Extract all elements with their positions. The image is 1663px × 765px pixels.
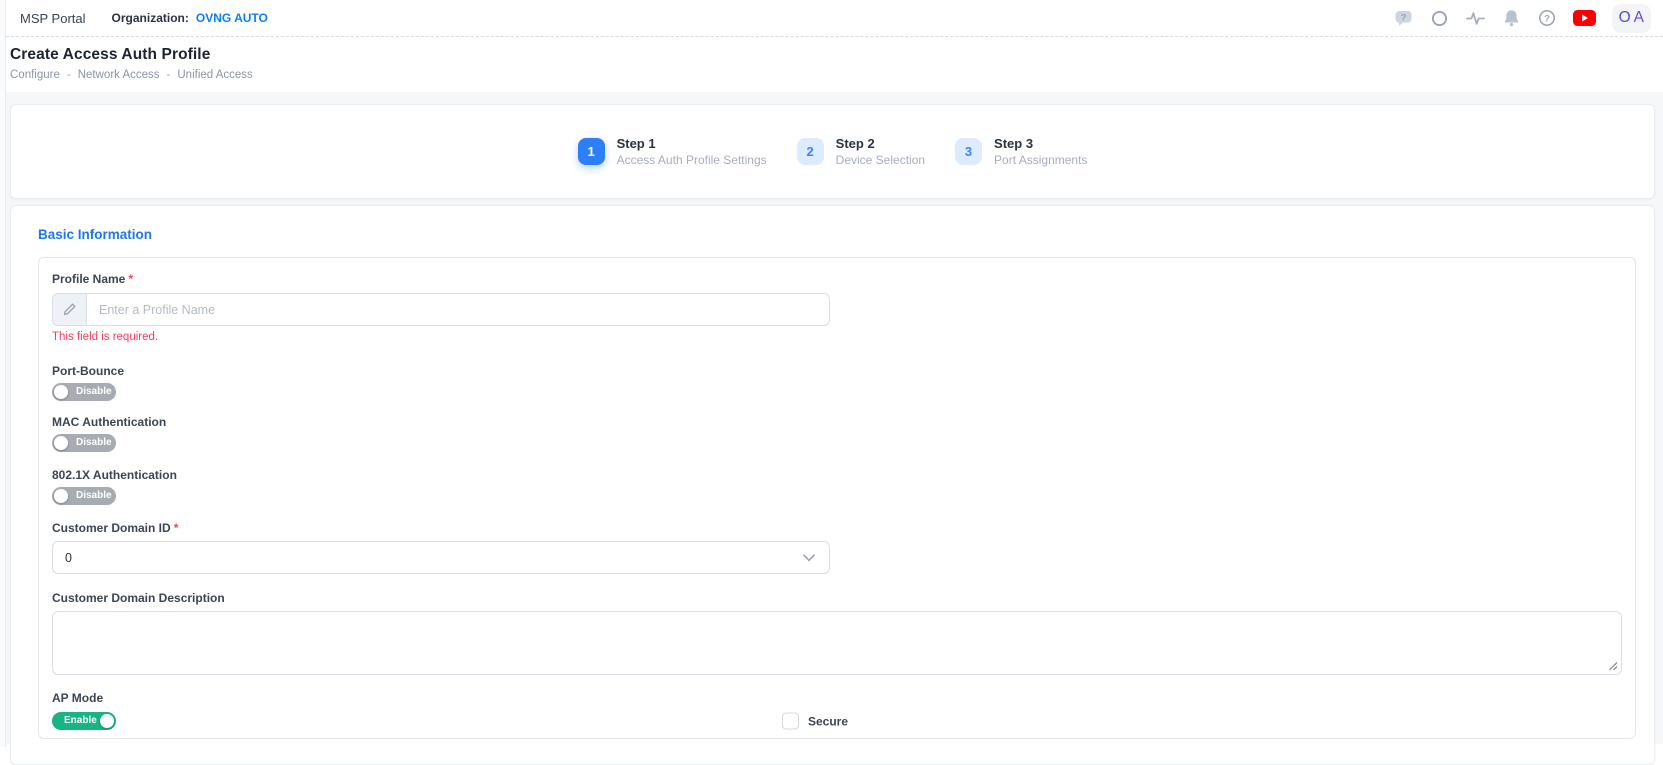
port-bounce-label: Port-Bounce — [52, 364, 1619, 378]
secure-checkbox-group[interactable]: Secure — [782, 713, 848, 730]
required-asterisk: * — [174, 521, 179, 535]
breadcrumb-network-access[interactable]: Network Access — [78, 69, 160, 81]
organization-selector: Organization: OVNG AUTO — [112, 11, 268, 25]
breadcrumb-configure[interactable]: Configure — [10, 69, 60, 81]
wizard-stepper-card: 1 Step 1 Access Auth Profile Settings 2 … — [10, 104, 1655, 199]
step-2-text: Step 2 Device Selection — [836, 136, 925, 167]
brand-title[interactable]: MSP Portal — [20, 11, 86, 26]
breadcrumb-separator: - — [167, 69, 171, 81]
chat-question-icon[interactable]: ? — [1393, 8, 1414, 29]
page-title: Create Access Auth Profile — [10, 46, 1663, 64]
avatar-initial-2: A — [1634, 9, 1644, 27]
profile-name-error: This field is required. — [52, 331, 1619, 344]
mac-authentication-toggle-state: Disable — [52, 434, 116, 452]
resize-handle-icon[interactable] — [1607, 660, 1618, 671]
port-bounce-toggle[interactable]: Disable — [52, 383, 116, 401]
ap-mode-toggle[interactable]: Enable — [52, 712, 116, 730]
secure-label: Secure — [808, 714, 848, 728]
avatar-initial-1: O — [1619, 9, 1631, 27]
user-avatar[interactable]: O A — [1612, 4, 1651, 33]
help-icon[interactable]: ? — [1537, 8, 1557, 28]
breadcrumb-separator: - — [67, 69, 71, 81]
step-1-subtitle: Access Auth Profile Settings — [617, 153, 767, 167]
profile-name-input-group — [52, 293, 830, 326]
step-1-text: Step 1 Access Auth Profile Settings — [617, 136, 767, 167]
section-title-basic-information: Basic Information — [38, 227, 1636, 243]
basic-information-fieldset: Profile Name* This field is required. Po… — [38, 257, 1636, 739]
svg-text:?: ? — [1544, 13, 1550, 24]
customer-domain-id-value: 0 — [65, 551, 72, 565]
dot1x-authentication-toggle-state: Disable — [52, 487, 116, 505]
dot1x-authentication-toggle[interactable]: Disable — [52, 487, 116, 505]
profile-name-label: Profile Name* — [52, 272, 1619, 286]
organization-value-link[interactable]: OVNG AUTO — [196, 11, 268, 25]
customer-domain-id-select[interactable]: 0 — [52, 541, 830, 574]
ap-mode-label: AP Mode — [52, 691, 1619, 705]
customer-domain-id-label: Customer Domain ID* — [52, 521, 1619, 535]
dot1x-authentication-label: 802.1X Authentication — [52, 468, 1619, 482]
breadcrumb-unified-access[interactable]: Unified Access — [177, 69, 252, 81]
top-navbar: MSP Portal Organization: OVNG AUTO ? — [6, 0, 1663, 37]
step-3-port-assignments[interactable]: 3 Step 3 Port Assignments — [955, 136, 1087, 167]
mac-authentication-label: MAC Authentication — [52, 415, 1619, 429]
step-3-text: Step 3 Port Assignments — [994, 136, 1087, 167]
organization-label: Organization: — [112, 11, 189, 25]
step-3-subtitle: Port Assignments — [994, 153, 1087, 167]
circle-icon[interactable] — [1430, 9, 1449, 28]
navbar-actions: ? ? O A — [1393, 4, 1653, 33]
step-3-badge: 3 — [955, 138, 982, 165]
step-3-title: Step 3 — [994, 136, 1087, 151]
customer-domain-description-label: Customer Domain Description — [52, 591, 1619, 605]
step-2-badge: 2 — [797, 138, 824, 165]
bell-icon[interactable] — [1502, 8, 1521, 28]
step-1-title: Step 1 — [617, 136, 767, 151]
pulse-icon[interactable] — [1465, 8, 1486, 29]
customer-domain-description-textarea[interactable] — [52, 611, 1622, 675]
profile-name-label-text: Profile Name — [52, 272, 125, 286]
form-card: Basic Information Profile Name* This fie… — [10, 205, 1655, 765]
breadcrumb: Configure - Network Access - Unified Acc… — [10, 69, 1663, 81]
customer-domain-id-label-text: Customer Domain ID — [52, 521, 171, 535]
svg-text:?: ? — [1400, 12, 1406, 23]
port-bounce-toggle-state: Disable — [52, 383, 116, 401]
mac-authentication-toggle[interactable]: Disable — [52, 434, 116, 452]
customer-domain-description-wrap — [52, 611, 1622, 675]
page-body: 1 Step 1 Access Auth Profile Settings 2 … — [6, 92, 1663, 744]
profile-name-input[interactable] — [87, 294, 829, 325]
step-1-badge: 1 — [578, 138, 605, 165]
step-2-subtitle: Device Selection — [836, 153, 925, 167]
pencil-icon — [53, 294, 87, 325]
toggle-knob — [100, 714, 114, 728]
page-header: Create Access Auth Profile Configure - N… — [6, 37, 1663, 92]
secure-checkbox[interactable] — [782, 713, 799, 730]
step-2-device-selection[interactable]: 2 Step 2 Device Selection — [797, 136, 925, 167]
step-1-access-auth-profile-settings[interactable]: 1 Step 1 Access Auth Profile Settings — [578, 136, 767, 167]
collapsed-sidebar[interactable] — [0, 0, 6, 747]
youtube-icon[interactable] — [1573, 10, 1596, 26]
wizard-stepper: 1 Step 1 Access Auth Profile Settings 2 … — [578, 136, 1088, 167]
ap-mode-row: Enable Secure — [52, 710, 1619, 732]
navbar-left: MSP Portal Organization: OVNG AUTO — [20, 11, 268, 26]
app-main: MSP Portal Organization: OVNG AUTO ? — [6, 0, 1663, 744]
step-2-title: Step 2 — [836, 136, 925, 151]
chevron-down-icon — [803, 554, 815, 562]
required-asterisk: * — [128, 272, 133, 286]
